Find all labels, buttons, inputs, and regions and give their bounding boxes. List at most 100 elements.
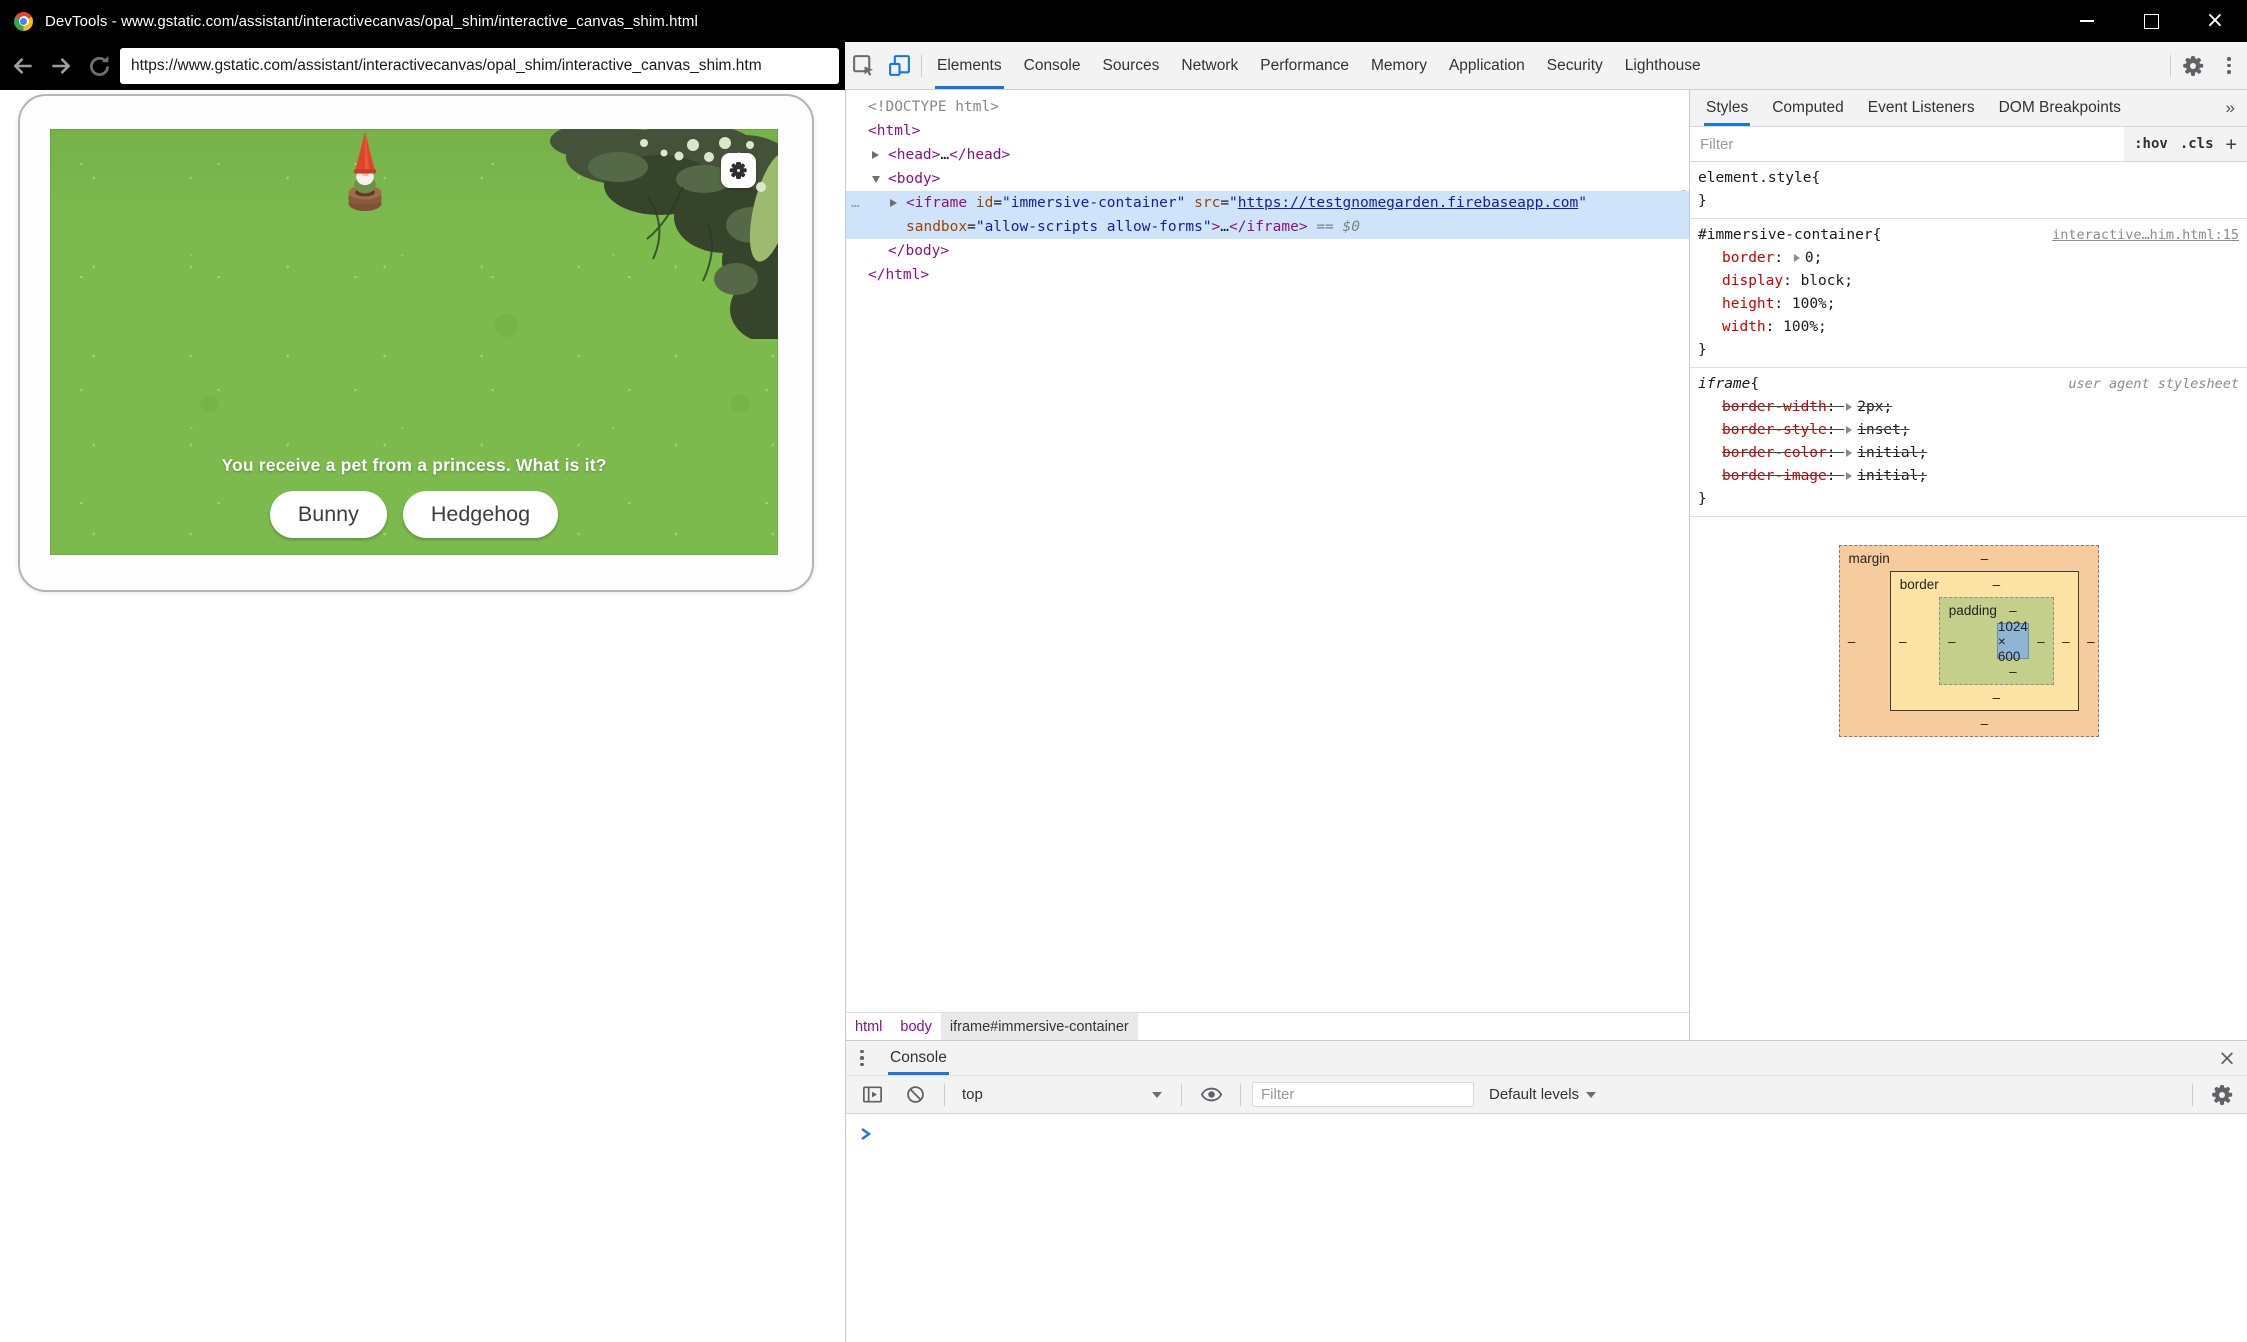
css-property-name[interactable]: display [1722,273,1783,289]
dom-tree-line[interactable]: <head>…</head> [846,143,1689,167]
padding-right-value: – [2029,634,2053,649]
back-button[interactable] [6,49,40,83]
expand-shorthand-icon[interactable] [1794,254,1800,262]
devtools-tab-sources[interactable]: Sources [1092,42,1171,89]
devtools-tab-console[interactable]: Console [1013,42,1092,89]
styles-tab-event-listeners[interactable]: Event Listeners [1856,90,1987,126]
close-window-button[interactable]: × [2183,0,2247,42]
css-source-link[interactable]: user agent stylesheet [2068,373,2239,396]
css-property[interactable]: border-image: initial; [1698,465,2239,488]
css-property-name[interactable]: height [1722,296,1774,312]
breadcrumb-body[interactable]: body [891,1013,940,1040]
css-property[interactable]: width: 100%; [1698,316,2239,339]
game-settings-button[interactable] [721,153,756,188]
expand-shorthand-icon[interactable] [1846,403,1852,411]
reload-button[interactable] [82,49,116,83]
css-property-value[interactable]: 100% [1792,296,1827,312]
css-selector[interactable]: #immersive-container [1698,224,1873,247]
expand-shorthand-icon[interactable] [1846,426,1852,434]
css-property[interactable]: border-color: initial; [1698,442,2239,465]
css-property-value[interactable]: block [1801,273,1845,289]
css-property[interactable]: height: 100%; [1698,293,2239,316]
devtools-tab-memory[interactable]: Memory [1360,42,1438,89]
devtools-tab-elements[interactable]: Elements [926,42,1013,89]
styles-tab-computed[interactable]: Computed [1760,90,1856,126]
devtools-tab-performance[interactable]: Performance [1249,42,1360,89]
close-drawer-button[interactable]: × [2206,1041,2247,1075]
css-selector[interactable]: iframe [1698,373,1750,396]
inspect-element-button[interactable] [845,49,881,83]
dom-tree-line[interactable]: </body> [846,239,1689,263]
kebab-menu-icon [860,1050,864,1067]
collapse-arrow-icon[interactable] [872,176,880,183]
dom-tree-line[interactable]: </html> [846,263,1689,287]
chevron-down-icon [1586,1092,1596,1098]
margin-left-value: – [1840,634,1864,649]
expand-shorthand-icon[interactable] [1846,449,1852,457]
dom-tree-line[interactable]: <!DOCTYPE html> [846,95,1689,119]
drawer-menu-button[interactable] [846,1041,878,1075]
toggle-hover-state[interactable]: :hov [2134,136,2168,152]
devtools-tab-application[interactable]: Application [1438,42,1536,89]
choice-button-bunny[interactable]: Bunny [270,491,387,538]
new-style-rule-button[interactable]: + [2226,133,2237,155]
choice-button-hedgehog[interactable]: Hedgehog [403,491,558,538]
breadcrumb-html[interactable]: html [846,1013,891,1040]
dom-tree-line[interactable]: <html> [846,119,1689,143]
breadcrumb-iframe-immersive-container[interactable]: iframe#immersive-container [941,1013,1138,1040]
css-property-name[interactable]: border-image [1722,468,1827,484]
css-property[interactable]: border-style: inset; [1698,419,2239,442]
css-property-name[interactable]: border-color [1722,445,1827,461]
execution-context-selector[interactable]: top [956,1086,1170,1103]
devtools-settings-button[interactable] [2175,49,2211,83]
console-output[interactable] [846,1114,2247,1142]
box-model-section: margin – – border – – padding – – 1024 ×… [1690,517,2247,765]
css-property[interactable]: display: block; [1698,270,2239,293]
css-property-name[interactable]: width [1722,319,1766,335]
minimize-button[interactable] [2055,0,2119,42]
expand-arrow-icon[interactable] [890,199,897,207]
toggle-classes[interactable]: .cls [2180,136,2214,152]
console-sidebar-toggle[interactable] [854,1078,890,1112]
console-settings-button[interactable] [2204,1078,2240,1112]
node-menu-dots[interactable]: … [851,191,861,215]
css-property-value[interactable]: inset [1857,422,1901,438]
expand-arrow-icon[interactable] [872,151,879,159]
dom-tree-line[interactable]: …<iframe id="immersive-container" src="h… [846,191,1689,215]
css-property[interactable]: border-width: 2px; [1698,396,2239,419]
dom-tree-line[interactable]: <body> [846,167,1689,191]
styles-filter-input[interactable]: Filter [1690,127,2124,161]
css-selector[interactable]: element.style [1698,167,1812,190]
devtools-tab-security[interactable]: Security [1536,42,1614,89]
console-filter-input[interactable]: Filter [1252,1082,1474,1107]
log-levels-dropdown[interactable]: Default levels [1489,1086,1596,1103]
css-property[interactable]: border: 0; [1698,247,2239,270]
devtools-menu-button[interactable] [2211,49,2247,83]
css-property-value[interactable]: 0 [1805,250,1814,266]
devtools-tab-lighthouse[interactable]: Lighthouse [1614,42,1712,89]
console-drawer-tab[interactable]: Console [878,1041,959,1075]
browser-window: DevTools - www.gstatic.com/assistant/int… [0,0,2247,1342]
clear-console-button[interactable] [897,1078,933,1112]
css-property-value[interactable]: 2px [1857,399,1883,415]
live-expression-button[interactable] [1193,1078,1229,1112]
css-property-value[interactable]: initial [1857,445,1918,461]
css-property-name[interactable]: border-style [1722,422,1827,438]
expand-shorthand-icon[interactable] [1846,472,1852,480]
css-property-name[interactable]: border [1722,250,1774,266]
css-property-value[interactable]: initial [1857,468,1918,484]
css-property-name[interactable]: border-width [1722,399,1827,415]
more-tabs-icon[interactable]: » [2226,90,2235,126]
css-source-link[interactable]: interactive…him.html:15 [2052,224,2239,247]
devtools-tab-network[interactable]: Network [1170,42,1249,89]
console-drawer: Console × [846,1040,2247,1342]
css-property-value[interactable]: 100% [1783,319,1818,335]
forward-button[interactable] [44,49,78,83]
url-input[interactable]: https://www.gstatic.com/assistant/intera… [120,48,839,84]
styles-tab-styles[interactable]: Styles [1694,90,1760,126]
maximize-button[interactable] [2119,0,2183,42]
styles-tab-dom-breakpoints[interactable]: DOM Breakpoints [1987,90,2133,126]
elements-tree: <!DOCTYPE html><html><head>…</head><body… [846,90,1689,1012]
dom-tree-line[interactable]: sandbox="allow-scripts allow-forms">…</i… [846,215,1689,239]
device-toolbar-toggle[interactable] [881,49,917,83]
